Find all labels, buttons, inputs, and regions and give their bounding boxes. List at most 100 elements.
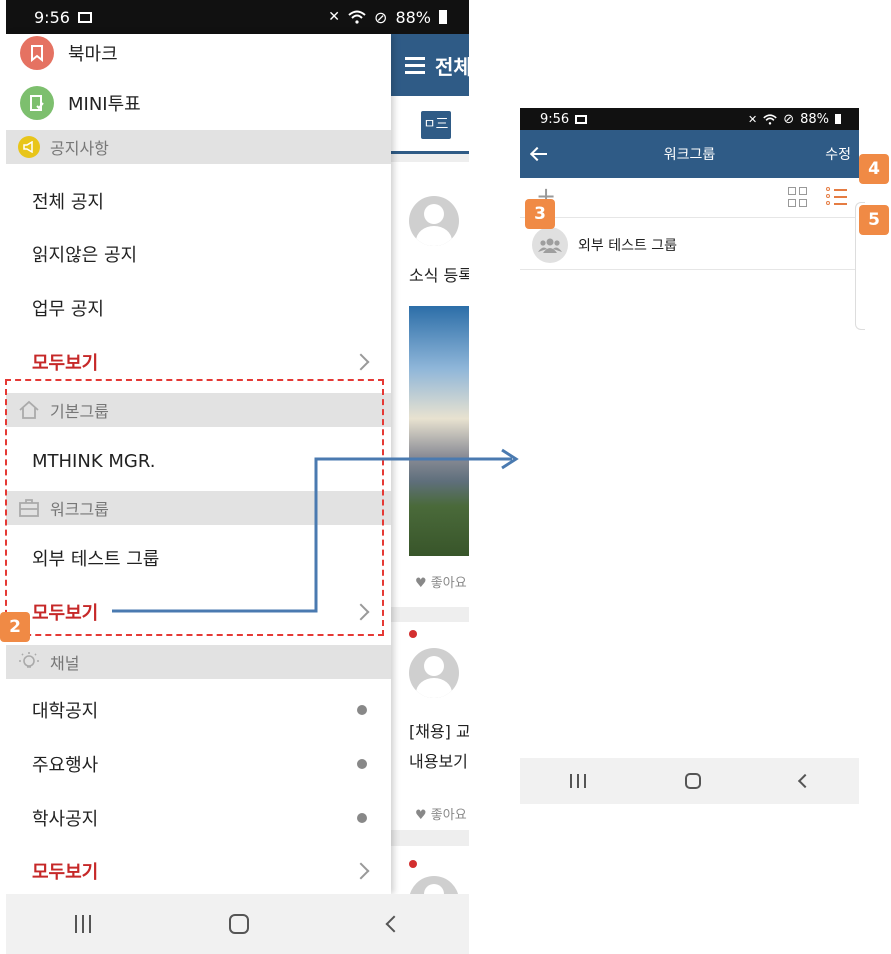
system-nav-bar [6,894,469,954]
page-title: 워크그룹 [663,147,716,163]
drawer-item-label: 읽지않은 공지 [32,245,138,266]
battery-icon [835,114,841,124]
toolbar: + [520,178,859,218]
status-time: 9:56 [540,111,570,127]
navigation-drawer: 북마크 MINI투표 공지사항 전체 공지 읽지않은 공지 업무 공지 모두보기… [6,34,391,894]
post-text: 내용보기 [409,752,468,771]
drawer-item-mini-vote[interactable]: MINI투표 [6,76,391,130]
view-all-label: 모두보기 [32,603,99,624]
drawer-item-univ-notice[interactable]: 대학공지 [6,683,391,737]
back-arrow-icon[interactable] [529,146,548,162]
bookmark-icon [20,36,54,70]
briefcase-icon [19,499,39,517]
chevron-right-icon [352,862,370,880]
recent-apps-icon[interactable] [569,774,586,788]
view-all-channel[interactable]: 모두보기 [6,844,391,898]
menu-icon[interactable] [405,56,425,74]
back-icon[interactable] [797,773,812,789]
drawer-item-mthink[interactable]: MTHINK MGR. [6,434,391,488]
feed-tabs: ㅁ三 [391,96,469,154]
post-photo [409,306,469,556]
step-badge-5: 5 [859,205,889,235]
feed-header: 전체 [391,34,469,96]
view-all-label: 모두보기 [32,353,99,374]
like-label: 좋아요 [430,576,467,591]
drawer-item-external-test-group[interactable]: 외부 테스트 그룹 [6,531,391,585]
unread-dot [357,813,367,823]
section-title: 기본그룹 [50,402,109,421]
left-phone-screen: 9:56 ✕ ⊘ 88% 전체 ㅁ三 소식 등록 ♥ 좋아요 [채용] 교 내용… [6,0,469,954]
battery-icon [439,10,447,24]
post-title: [채용] 교 [409,722,469,741]
feed-title: 전체 [435,54,469,79]
avatar [409,876,459,894]
section-header-channel: 채널 [6,645,391,679]
post-text: 소식 등록 [409,266,469,285]
drawer-item-label: 전체 공지 [32,192,104,213]
step-badge-2: 2 [0,612,30,642]
drawer-item-label: MINI투표 [68,94,141,115]
step-badge-4: 4 [859,154,889,184]
section-title: 워크그룹 [50,500,109,519]
card-view-tab[interactable]: ㅁ三 [421,111,451,139]
view-all-work-group[interactable]: 모두보기 [6,585,391,639]
wifi-icon [763,113,777,125]
like-button[interactable]: ♥ 좋아요 [415,572,467,591]
home-icon [19,400,39,419]
megaphone-icon [18,136,40,158]
step-badge-3: 3 [525,199,555,229]
avatar [409,648,459,698]
drawer-item-work-notice[interactable]: 업무 공지 [6,281,391,335]
app-header: 워크그룹 수정 [520,130,859,178]
status-time: 9:56 [34,7,70,27]
gallery-icon [77,11,92,23]
block-icon: ⊘ [374,7,388,27]
vote-icon [20,86,54,120]
drawer-item-major-events[interactable]: 주요행사 [6,737,391,791]
battery-percent: 88% [395,7,431,27]
grid-view-icon[interactable] [788,187,808,207]
chevron-right-icon [352,353,370,371]
view-all-label: 모두보기 [32,862,99,883]
status-bar: 9:56 ✕ ⊘ 88% [520,108,859,130]
feed-post[interactable]: 소식 등록 ♥ 좋아요 [391,162,469,607]
section-header-work-group: 워크그룹 [6,491,391,525]
mute-icon: ✕ [328,9,341,25]
chevron-right-icon [352,603,370,621]
right-phone-screen: 9:56 ✕ ⊘ 88% 워크그룹 수정 + 외부 테스트 그룹 [520,108,859,804]
wifi-icon [348,10,366,24]
list-view-icon[interactable] [826,186,848,208]
edit-button[interactable]: 수정 [825,144,851,164]
block-icon: ⊘ [783,111,795,127]
mute-icon: ✕ [747,112,758,126]
avatar [409,196,459,246]
drawer-item-all-notice[interactable]: 전체 공지 [6,174,391,228]
drawer-item-bookmark[interactable]: 북마크 [6,26,391,80]
feed-post[interactable] [391,846,469,894]
home-button-icon[interactable] [684,773,701,789]
section-header-notice: 공지사항 [6,130,391,164]
unread-dot [409,860,417,868]
drawer-item-label: 학사공지 [32,809,99,830]
section-title: 채널 [50,654,80,673]
like-label: 좋아요 [430,808,467,823]
like-button[interactable]: ♥ 좋아요 [415,804,467,823]
drawer-item-unread-notice[interactable]: 읽지않은 공지 [6,227,391,281]
view-all-notice[interactable]: 모두보기 [6,335,391,389]
home-button-icon[interactable] [229,914,250,934]
feed-post[interactable]: [채용] 교 내용보기 ♥ 좋아요 [391,622,469,830]
group-list-item[interactable]: 외부 테스트 그룹 [520,220,859,270]
feed-background: 전체 ㅁ三 소식 등록 ♥ 좋아요 [채용] 교 내용보기 ♥ 좋아요 [391,34,469,894]
lightbulb-icon [19,652,39,668]
drawer-item-academic-notice[interactable]: 학사공지 [6,791,391,845]
drawer-item-label: 주요행사 [32,755,99,776]
drawer-item-label: MTHINK MGR. [32,450,156,472]
back-icon[interactable] [385,915,403,933]
section-header-basic-group: 기본그룹 [6,393,391,427]
unread-dot [357,759,367,769]
battery-percent: 88% [800,111,829,127]
group-users-icon [532,226,568,263]
recent-apps-icon[interactable] [75,915,92,933]
section-title: 공지사항 [50,139,109,158]
drawer-item-label: 대학공지 [32,701,99,722]
